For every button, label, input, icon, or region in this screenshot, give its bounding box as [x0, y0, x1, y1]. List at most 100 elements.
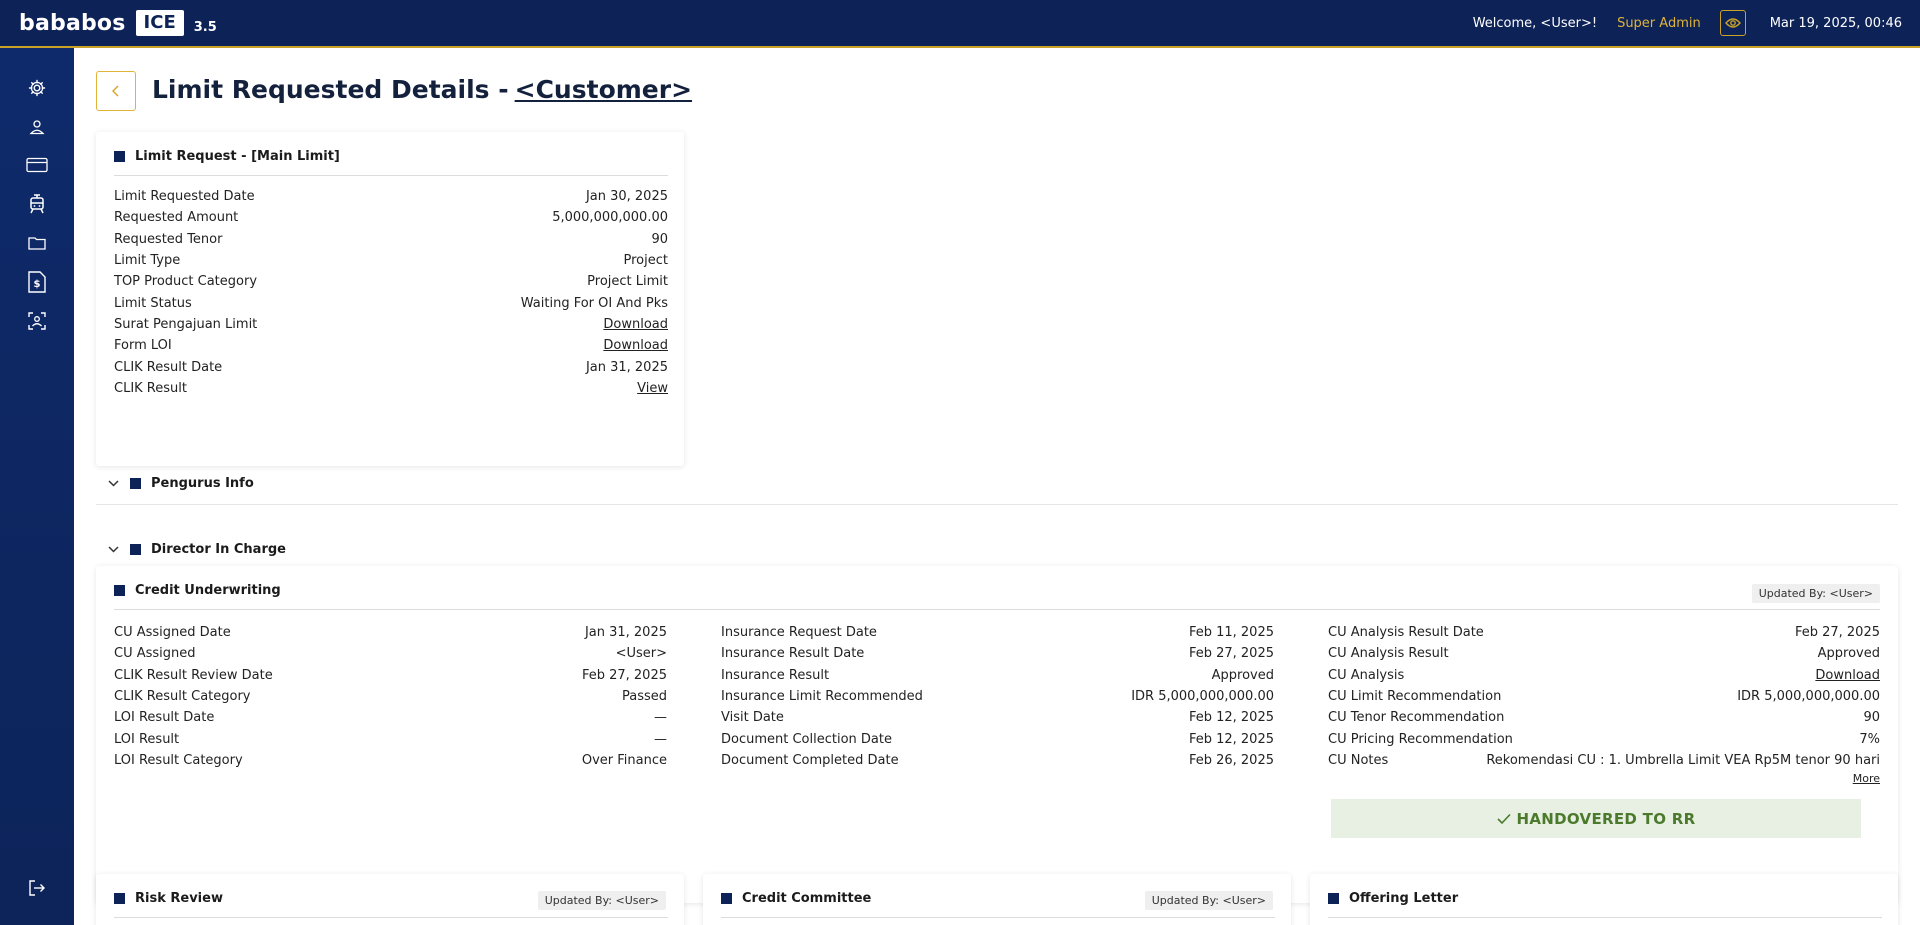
section-marker — [130, 478, 141, 489]
limit-request-rows: Limit Requested Date Jan 30, 2025 Requeste… — [114, 186, 668, 399]
sidebar: $ — [0, 48, 74, 925]
detail-row: CLIK Result Date Jan 31, 2025 — [114, 356, 668, 377]
chevron-left-icon — [111, 85, 119, 97]
chevron-down-icon[interactable] — [108, 546, 120, 553]
detail-label: Form LOI — [114, 338, 172, 354]
detail-value: Jan 31, 2025 — [584, 625, 667, 641]
brand-logo[interactable]: bababos ICE 3.5 — [19, 10, 217, 36]
chevron-down-icon[interactable] — [108, 480, 120, 487]
back-button[interactable] — [96, 71, 136, 111]
top-bar-right: Welcome, <User>! Super Admin Mar 19, 202… — [1473, 0, 1902, 46]
director-in-charge-section[interactable]: Director In Charge — [96, 529, 1898, 571]
detail-row: CLIK Result Category Passed — [114, 686, 667, 707]
detail-link[interactable]: Download — [603, 338, 668, 353]
top-bar: bababos ICE 3.5 Welcome, <User>! Super A… — [0, 0, 1920, 48]
detail-value: Feb 11, 2025 — [1188, 625, 1274, 641]
detail-row: CU Pricing Recommendation 7% — [1328, 728, 1880, 749]
face-scan-icon[interactable] — [26, 310, 48, 332]
section-marker — [1328, 892, 1339, 904]
divider — [721, 917, 1275, 918]
detail-label: CLIK Result Category — [114, 689, 251, 705]
detail-link[interactable]: Download — [603, 317, 668, 332]
credit-underwriting-header: Credit Underwriting — [114, 580, 1880, 600]
detail-label: Visit Date — [721, 710, 784, 726]
divider — [114, 609, 1880, 610]
detail-row: Requested Tenor 90 — [114, 229, 668, 250]
divider — [114, 917, 668, 918]
detail-label: Requested Amount — [114, 210, 239, 226]
detail-label: CU Analysis — [1328, 667, 1405, 683]
detail-value: 90 — [651, 231, 668, 247]
detail-value: 7% — [1859, 731, 1880, 747]
detail-label: CU Limit Recommendation — [1328, 689, 1502, 705]
detail-value: Feb 27, 2025 — [1794, 625, 1880, 641]
detail-row: CU Assigned <User> — [114, 643, 667, 664]
detail-value: Rekomendasi CU : 1. Umbrella Limit VEA R… — [1486, 752, 1880, 768]
risk-review-card: Risk Review Updated By: <User> — [96, 874, 684, 925]
main-content: Limit Requested Details - <Customer> Limi… — [74, 48, 1920, 925]
card-icon[interactable] — [26, 154, 48, 176]
brand-badge: ICE — [135, 10, 184, 36]
user-role[interactable]: Super Admin — [1617, 16, 1701, 31]
divider — [114, 175, 668, 176]
cu-column-3: CU Analysis Result Date Feb 27, 2025 CU An… — [1328, 622, 1880, 771]
limit-request-card: Limit Request - [Main Limit] Limit Reque… — [96, 132, 684, 466]
detail-label: LOI Result — [114, 731, 180, 747]
section-marker — [114, 584, 125, 596]
offering-letter-header: Offering Letter — [1328, 888, 1882, 908]
detail-row: CU Analysis Download — [1328, 665, 1880, 686]
detail-label: Document Completed Date — [721, 752, 899, 768]
section-marker — [130, 544, 141, 555]
detail-label: Limit Status — [114, 295, 192, 311]
app-version: 3.5 — [193, 19, 217, 35]
detail-row: CU Assigned Date Jan 31, 2025 — [114, 622, 667, 643]
divider — [1328, 917, 1882, 918]
brand-name: bababos — [19, 10, 126, 36]
detail-row: CLIK Result View — [114, 378, 668, 399]
current-datetime: Mar 19, 2025, 00:46 — [1769, 15, 1902, 31]
folder-icon[interactable] — [26, 232, 48, 254]
more-link[interactable]: More — [1853, 772, 1880, 785]
handover-status-banner: HANDOVERED TO RR — [1331, 799, 1861, 838]
detail-label: CU Pricing Recommendation — [1328, 731, 1513, 747]
page-title-prefix: Limit Requested Details - — [152, 75, 509, 104]
detail-link[interactable]: View — [637, 381, 668, 396]
limit-request-header: Limit Request - [Main Limit] — [114, 146, 668, 166]
detail-value: 90 — [1863, 710, 1880, 726]
detail-label: CU Tenor Recommendation — [1328, 710, 1505, 726]
user-icon[interactable] — [26, 116, 48, 138]
detail-value: Waiting For OI And Pks — [520, 295, 668, 311]
customer-link[interactable]: <Customer> — [515, 75, 692, 104]
detail-value: Over Finance — [581, 752, 667, 768]
pengurus-info-section[interactable]: Pengurus Info — [96, 463, 1898, 505]
detail-label: TOP Product Category — [114, 274, 258, 290]
detail-row: Form LOI Download — [114, 335, 668, 356]
detail-value: 5,000,000,000.00 — [552, 210, 668, 226]
detail-value: Approved — [1817, 646, 1880, 662]
detail-label: Insurance Request Date — [721, 625, 877, 641]
detail-value: Feb 26, 2025 — [1188, 752, 1274, 768]
detail-value: Project Limit — [587, 274, 668, 290]
detail-row: Surat Pengajuan Limit Download — [114, 314, 668, 335]
dollar-document-icon[interactable]: $ — [26, 271, 48, 293]
director-in-charge-title: Director In Charge — [151, 542, 286, 557]
detail-row: Document Collection Date Feb 12, 2025 — [721, 728, 1274, 749]
detail-row: Insurance Result Date Feb 27, 2025 — [721, 643, 1274, 664]
logout-icon[interactable] — [26, 877, 48, 899]
handover-label: HANDOVERED TO RR — [1516, 809, 1696, 828]
gear-icon[interactable] — [26, 77, 48, 99]
detail-value: Jan 30, 2025 — [585, 189, 668, 205]
detail-label: CU Analysis Result Date — [1328, 625, 1484, 641]
detail-link[interactable]: Download — [1815, 668, 1880, 683]
detail-value: Approved — [1211, 667, 1274, 683]
eye-icon[interactable] — [1719, 10, 1746, 36]
tram-icon[interactable] — [26, 193, 48, 215]
cu-column-1: CU Assigned Date Jan 31, 2025 CU Assigned <… — [114, 622, 667, 771]
detail-row: LOI Result — — [114, 728, 667, 749]
detail-row: CU Analysis Result Approved — [1328, 643, 1880, 664]
check-icon — [1496, 813, 1511, 825]
detail-row: LOI Result Date — — [114, 707, 667, 728]
detail-value: — — [654, 710, 667, 726]
detail-label: CLIK Result Date — [114, 359, 223, 375]
detail-label: LOI Result Category — [114, 752, 243, 768]
